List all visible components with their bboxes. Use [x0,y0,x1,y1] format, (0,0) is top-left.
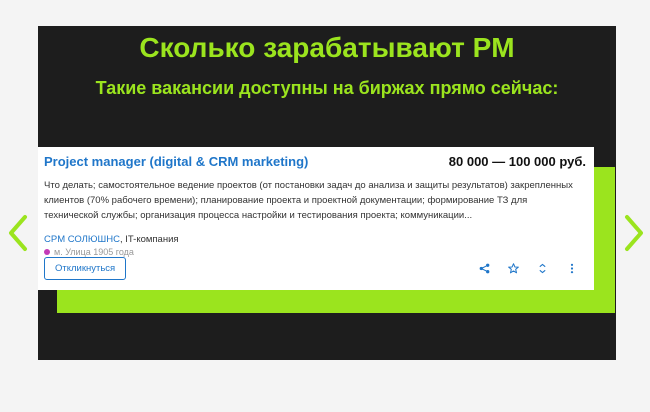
vacancy-salary: 80 000 — 100 000 руб. [448,154,586,169]
card-actions [470,260,586,278]
expand-icon[interactable] [528,260,557,278]
chevron-left-icon[interactable] [6,213,30,253]
metro-line: м. Улица 1905 года [44,247,586,257]
respond-button[interactable]: Откликнуться [44,257,127,280]
vacancy-card: Project manager (digital & CRM marketing… [38,147,594,290]
slide-subtitle: Такие вакансии доступны на биржах прямо … [95,78,559,98]
star-icon[interactable] [499,260,528,278]
company-type: , IT-компания [119,234,179,245]
slide-title: Сколько зарабатывают PM [139,32,515,63]
more-vertical-icon[interactable] [557,260,586,278]
metro-dot-icon [44,249,50,255]
slide: Сколько зарабатывают PM Такие вакансии д… [38,26,616,360]
chevron-right-icon[interactable] [622,213,646,253]
metro-station: м. Улица 1905 года [54,247,134,257]
vacancy-description: Что делать; самостоятельное ведение прое… [44,180,573,221]
vacancy-title-link[interactable]: Project manager (digital & CRM marketing… [44,154,308,169]
share-icon[interactable] [470,260,499,278]
company-line: CPM СОЛЮШНС, IT-компания [44,234,586,245]
company-link[interactable]: CPM СОЛЮШНС [44,234,120,245]
